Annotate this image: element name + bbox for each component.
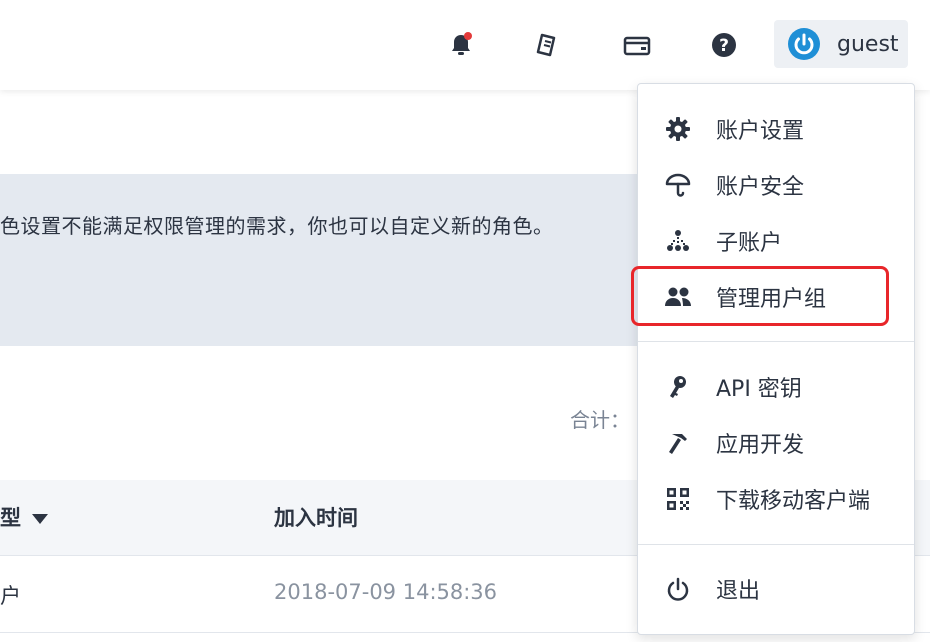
user-menu-button[interactable]: guest	[774, 20, 908, 68]
menu-item-label: 账户安全	[716, 175, 805, 200]
user-group-icon	[664, 283, 692, 311]
menu-item-label: API 密钥	[716, 377, 802, 402]
menu-item-manage-user-groups[interactable]: 管理用户组	[638, 273, 914, 321]
svg-text:?: ?	[719, 36, 729, 56]
menu-item-account-settings[interactable]: 账户设置	[638, 105, 914, 153]
menu-item-label: 管理用户组	[716, 287, 827, 312]
menu-item-app-development[interactable]: 应用开发	[638, 419, 914, 467]
sort-caret-down-icon[interactable]	[32, 514, 48, 524]
menu-item-label: 下载移动客户端	[716, 489, 871, 514]
menu-item-label: 应用开发	[716, 433, 805, 458]
qr-code-icon	[664, 485, 692, 513]
menu-item-logout[interactable]: 退出	[638, 565, 914, 613]
menu-item-api-keys[interactable]: API 密钥	[638, 363, 914, 411]
wallet-icon[interactable]	[620, 28, 654, 62]
menu-item-label: 退出	[716, 579, 761, 604]
menu-divider	[638, 341, 914, 342]
notification-bell-icon[interactable]	[444, 28, 478, 62]
top-navigation-bar: ? guest	[0, 0, 930, 90]
table-cell-joined-time: 2018-07-09 14:58:36	[274, 580, 498, 604]
menu-item-download-mobile-client[interactable]: 下载移动客户端	[638, 475, 914, 523]
sub-account-icon	[664, 227, 692, 255]
notice-banner	[0, 174, 660, 346]
menu-divider	[638, 544, 914, 545]
total-label: 合计：	[570, 408, 630, 432]
umbrella-icon	[664, 171, 692, 199]
menu-item-label: 子账户	[716, 231, 783, 256]
table-cell-type: 户	[0, 584, 21, 608]
column-header-joined-time: 加入时间	[274, 506, 358, 530]
ticket-icon[interactable]	[530, 28, 564, 62]
username-label: guest	[837, 31, 899, 57]
notice-text: 色设置不能满足权限管理的需求，你也可以自定义新的角色。	[0, 214, 554, 238]
power-icon	[664, 575, 692, 603]
help-icon[interactable]: ?	[707, 28, 741, 62]
menu-item-sub-account[interactable]: 子账户	[638, 217, 914, 265]
menu-item-label: 账户设置	[716, 119, 805, 144]
menu-item-account-security[interactable]: 账户安全	[638, 161, 914, 209]
hammer-icon	[664, 429, 692, 457]
power-icon	[787, 27, 821, 61]
key-icon	[664, 373, 692, 401]
column-header-type: 型	[0, 506, 21, 530]
gear-icon	[664, 115, 692, 143]
user-dropdown-menu: 账户设置 账户安全 子账户 管理用户组 API 密钥 应用开发 下载移动客户端 …	[637, 83, 915, 635]
